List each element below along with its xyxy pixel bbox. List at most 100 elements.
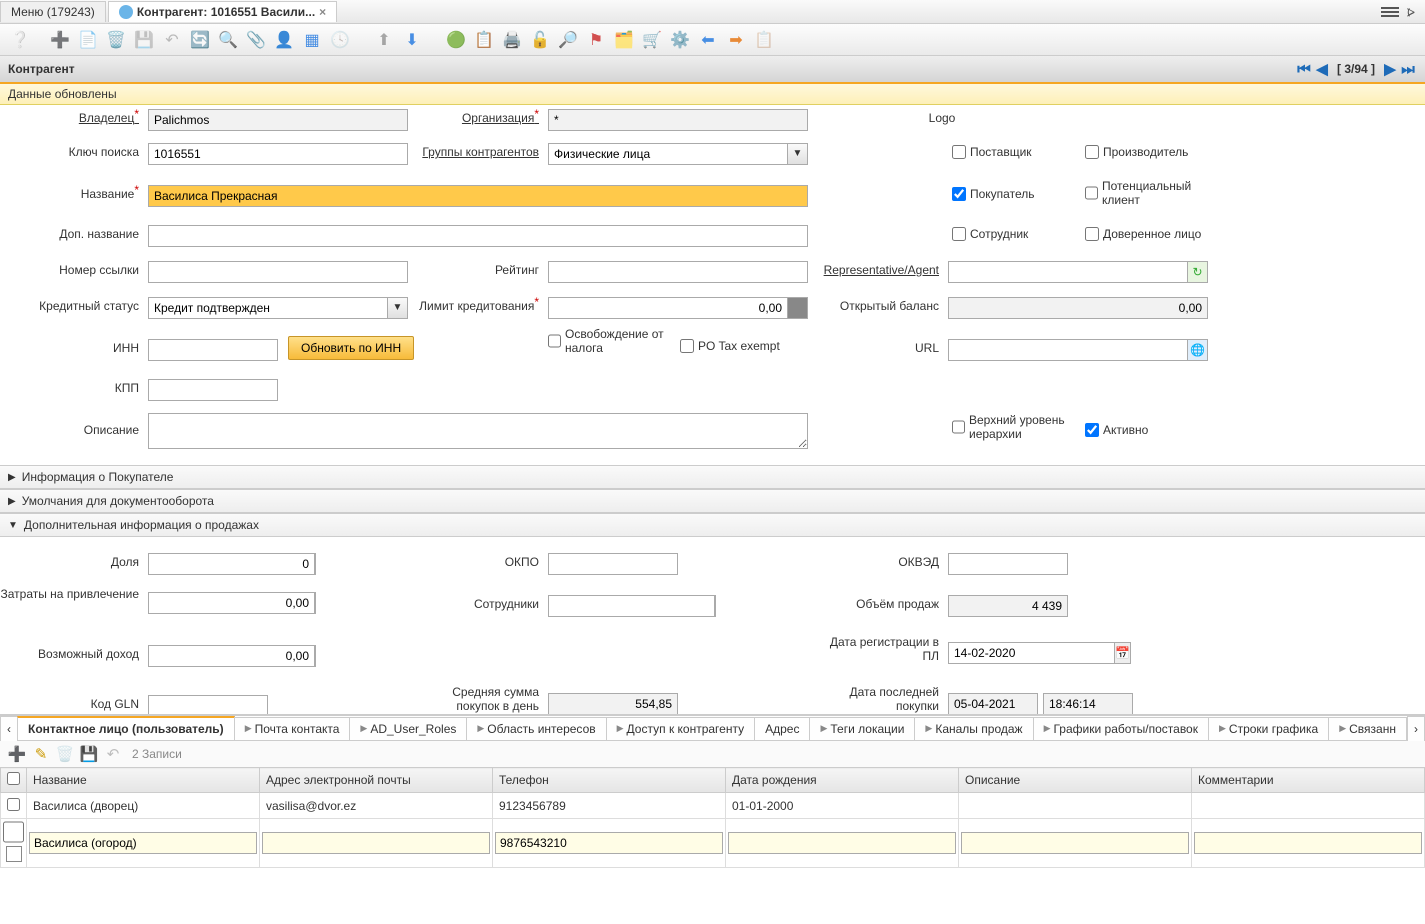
okved-field[interactable] <box>948 553 1068 575</box>
grid-edit-icon[interactable]: ✎ <box>32 745 50 763</box>
grid-undo-icon[interactable]: ↶ <box>104 745 122 763</box>
description-field[interactable] <box>148 413 808 449</box>
scroll-right-icon[interactable]: › <box>1407 716 1425 742</box>
edit-row-icon[interactable] <box>6 846 22 862</box>
down-icon[interactable]: ⬇ <box>400 28 424 52</box>
row-email-input[interactable] <box>262 832 490 854</box>
prospect-checkbox[interactable] <box>1085 186 1098 200</box>
subtab-related[interactable]: ▶Связанн <box>1328 717 1407 741</box>
flag-icon[interactable]: ⚑ <box>584 28 608 52</box>
name-field[interactable] <box>148 185 808 207</box>
subtab-schedule-lines[interactable]: ▶Строки графика <box>1208 717 1329 741</box>
calculator-icon[interactable] <box>715 595 716 617</box>
export-icon[interactable]: ➡ <box>724 28 748 52</box>
up-icon[interactable]: ⬆ <box>372 28 396 52</box>
label-org[interactable]: Организация <box>415 111 545 125</box>
refresh-icon[interactable]: 🔄 <box>188 28 212 52</box>
search-key-field[interactable] <box>148 143 408 165</box>
new-icon[interactable]: ➕ <box>48 28 72 52</box>
col-bdate[interactable]: Дата рождения <box>726 768 959 793</box>
col-phone[interactable]: Телефон <box>493 768 726 793</box>
user-icon[interactable]: 👤 <box>272 28 296 52</box>
report-icon[interactable]: 📋 <box>472 28 496 52</box>
employee-checkbox[interactable] <box>952 227 966 241</box>
row-comm-input[interactable] <box>1194 832 1422 854</box>
acq-cost-field[interactable] <box>148 592 315 614</box>
process-icon[interactable]: 🗂️ <box>612 28 636 52</box>
subtab-roles[interactable]: ▶AD_User_Roles <box>349 717 467 741</box>
first-record-icon[interactable]: ⏮ <box>1295 61 1313 78</box>
rating-field[interactable] <box>548 261 808 283</box>
owner-field[interactable] <box>148 109 408 131</box>
calendar-icon[interactable]: 📅 <box>1115 642 1131 664</box>
history-icon[interactable]: 🕓 <box>328 28 352 52</box>
gln-field[interactable] <box>148 695 268 715</box>
refresh-small-icon[interactable]: ↻ <box>1188 261 1208 283</box>
grid-save-icon[interactable]: 💾 <box>80 745 98 763</box>
save-icon[interactable]: 💾 <box>132 28 156 52</box>
extra-name-field[interactable] <box>148 225 808 247</box>
top-hierarchy-checkbox[interactable] <box>952 420 965 434</box>
org-field[interactable] <box>548 109 808 131</box>
kpp-field[interactable] <box>148 379 278 401</box>
table-row[interactable] <box>1 819 1425 868</box>
update-inn-button[interactable]: Обновить по ИНН <box>288 336 414 360</box>
dropdown-icon[interactable]: ▼ <box>788 143 808 165</box>
chart-icon[interactable]: 🟢 <box>444 28 468 52</box>
prev-record-icon[interactable]: ◀ <box>1313 60 1331 78</box>
vendor-checkbox[interactable] <box>952 145 966 159</box>
collapse-buyer-info[interactable]: ▶Информация о Покупателе <box>0 465 1425 489</box>
select-all-checkbox[interactable] <box>7 772 20 785</box>
dropdown-icon[interactable]: ▼ <box>388 297 408 319</box>
groups-field[interactable] <box>548 143 788 165</box>
ref-num-field[interactable] <box>148 261 408 283</box>
credit-status-field[interactable] <box>148 297 388 319</box>
subtab-schedules[interactable]: ▶Графики работы/поставок <box>1033 717 1209 741</box>
next-record-icon[interactable]: ▶ <box>1381 60 1399 78</box>
inn-field[interactable] <box>148 339 278 361</box>
col-desc[interactable]: Описание <box>959 768 1192 793</box>
help-icon[interactable]: ❔ <box>8 28 32 52</box>
globe-icon[interactable]: 🌐 <box>1188 339 1208 361</box>
clipboard-icon[interactable]: 📋 <box>752 28 776 52</box>
col-name[interactable]: Название <box>27 768 260 793</box>
tax-exempt-checkbox[interactable] <box>548 334 561 348</box>
subtab-channels[interactable]: ▶Каналы продаж <box>914 717 1033 741</box>
close-icon[interactable]: × <box>319 5 326 19</box>
grid-icon[interactable]: ▦ <box>300 28 324 52</box>
label-rep-agent[interactable]: Representative/Agent <box>815 263 945 277</box>
rep-agent-field[interactable] <box>948 261 1188 283</box>
customer-checkbox[interactable] <box>952 187 966 201</box>
zoom-icon[interactable]: 🔎 <box>556 28 580 52</box>
subtab-access[interactable]: ▶Доступ к контрагенту <box>606 717 755 741</box>
undo-icon[interactable]: ↶ <box>160 28 184 52</box>
okpo-field[interactable] <box>548 553 678 575</box>
row-desc-input[interactable] <box>961 832 1189 854</box>
label-groups[interactable]: Группы контрагентов <box>415 145 545 159</box>
reg-date-field[interactable] <box>948 642 1115 664</box>
subtab-mail[interactable]: ▶Почта контакта <box>234 717 351 741</box>
table-row[interactable]: Василиса (дворец) vasilisa@dvor.ez 91234… <box>1 793 1425 819</box>
col-comm[interactable]: Комментарии <box>1192 768 1425 793</box>
row-bdate-input[interactable] <box>728 832 956 854</box>
share-field[interactable] <box>148 553 315 575</box>
credit-limit-field[interactable] <box>548 297 788 319</box>
grid-new-icon[interactable]: ➕ <box>8 745 26 763</box>
grid-delete-icon[interactable]: 🗑️ <box>56 745 74 763</box>
subtab-contact[interactable]: Контактное лицо (пользователь) <box>17 716 235 741</box>
pot-income-field[interactable] <box>148 645 315 667</box>
collapse-doc-defaults[interactable]: ▶Умолчания для документооборота <box>0 489 1425 513</box>
row-checkbox[interactable] <box>7 798 20 811</box>
po-tax-exempt-checkbox[interactable] <box>680 339 694 353</box>
cart-icon[interactable]: 🛒 <box>640 28 664 52</box>
row-phone-input[interactable] <box>495 832 723 854</box>
print-icon[interactable]: 🖨️ <box>500 28 524 52</box>
trusted-checkbox[interactable] <box>1085 227 1099 241</box>
attach-icon[interactable]: 📎 <box>244 28 268 52</box>
subtab-tags[interactable]: ▶Теги локации <box>809 717 915 741</box>
scroll-left-icon[interactable]: ‹ <box>0 716 18 742</box>
collapse-sales-info[interactable]: ▼Дополнительная информация о продажах <box>0 513 1425 537</box>
gear-icon[interactable]: ⚙️ <box>668 28 692 52</box>
calculator-icon[interactable] <box>315 592 316 614</box>
subtab-address[interactable]: Адрес <box>754 717 810 741</box>
